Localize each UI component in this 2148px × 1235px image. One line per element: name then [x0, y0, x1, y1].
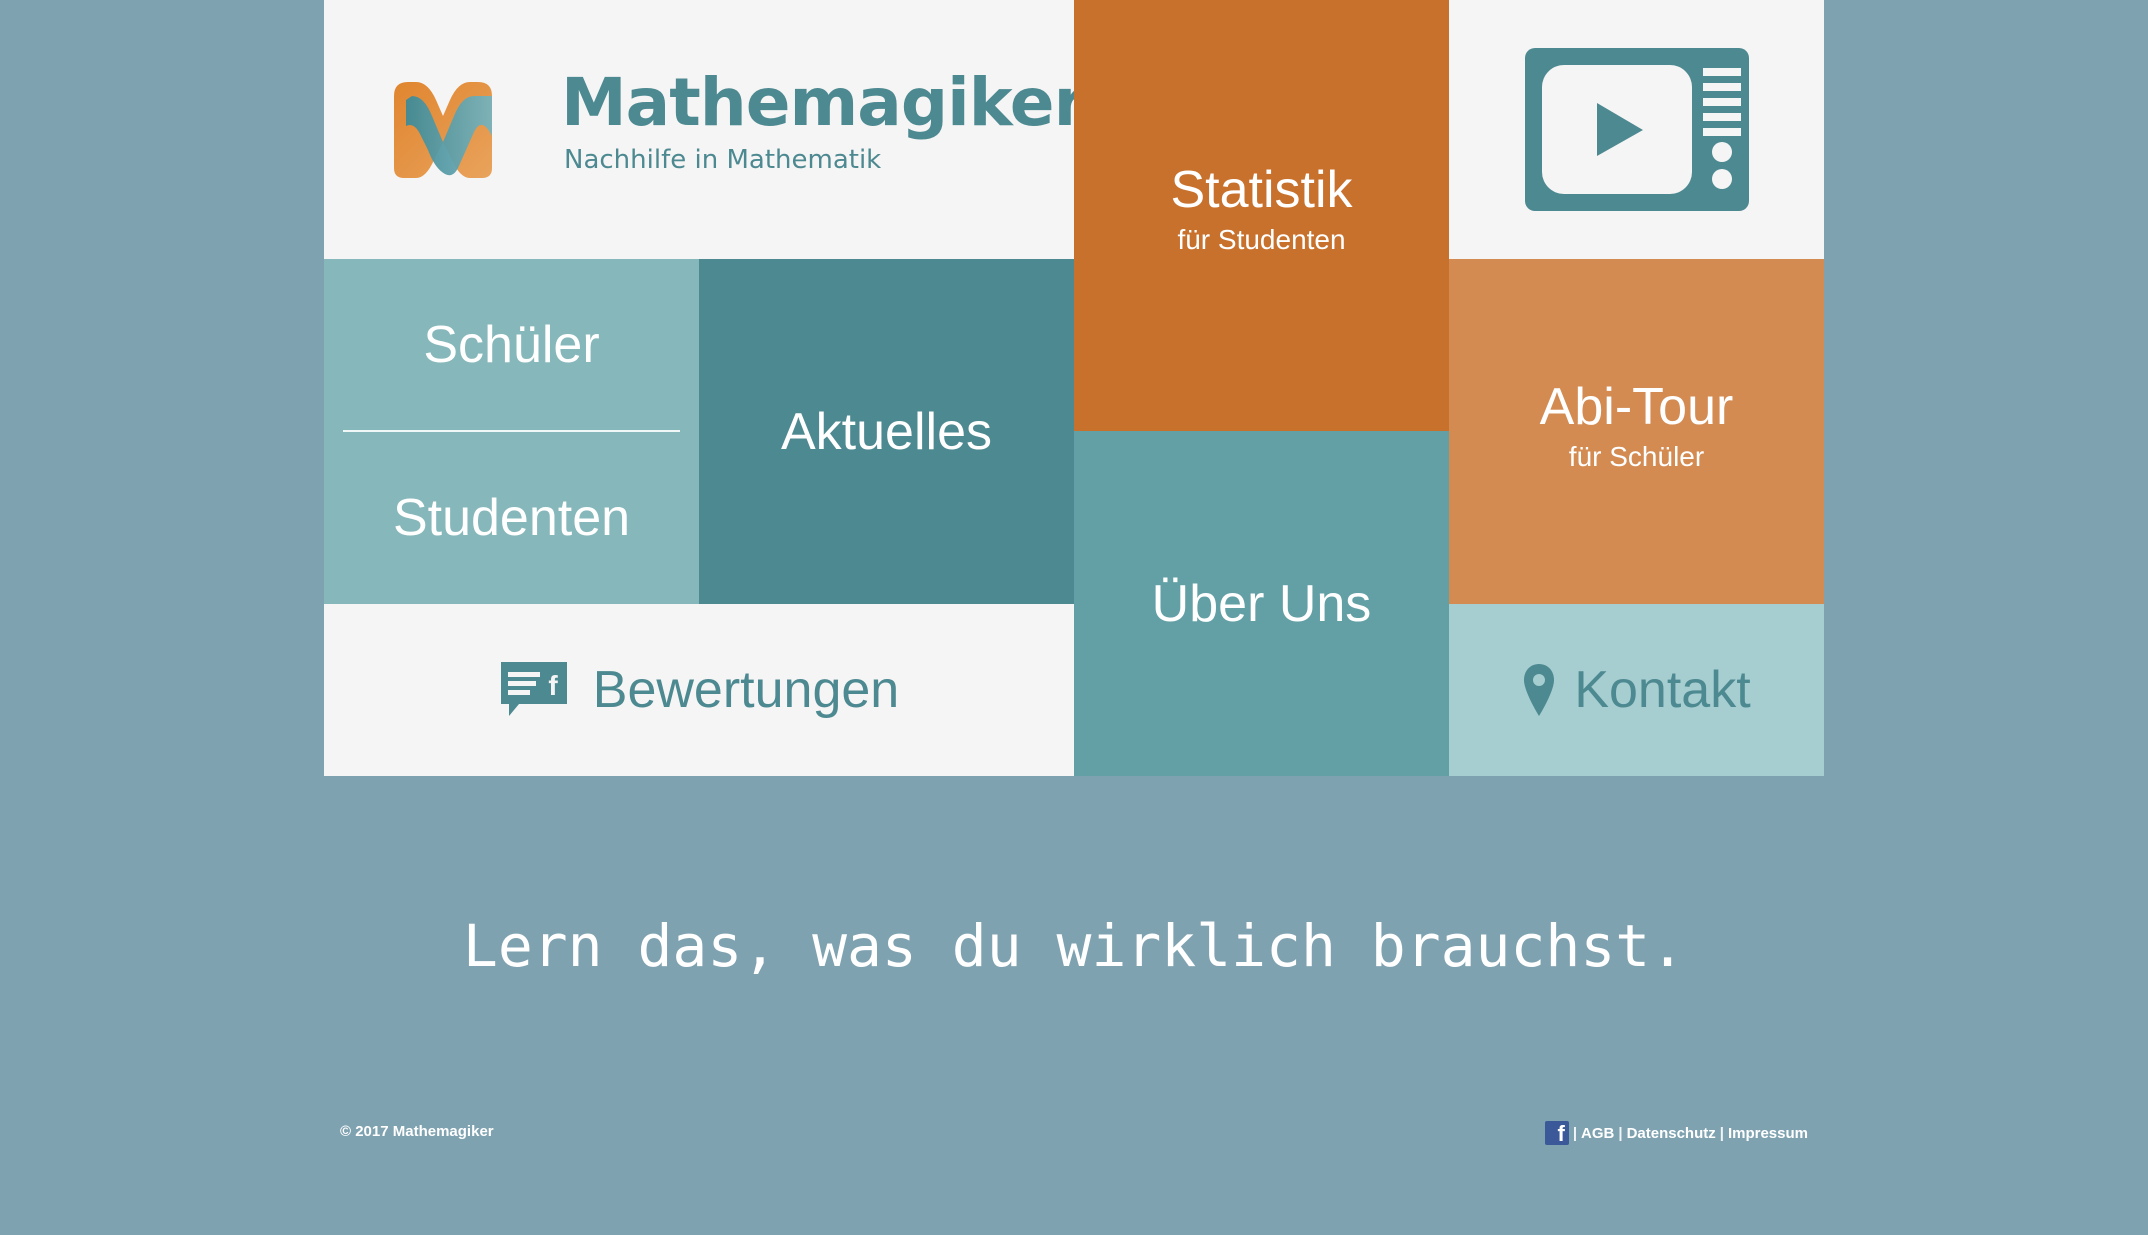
footer-links: f | AGB | Datenschutz | Impressum — [1544, 1121, 1808, 1146]
statistik-subtitle: für Studenten — [1177, 224, 1346, 255]
svg-text:f: f — [548, 670, 558, 701]
tv-play-icon — [1525, 48, 1749, 211]
tagline: Lern das, was du wirklich brauchst. — [462, 912, 1686, 980]
abi-tour-subtitle: für Schüler — [1568, 441, 1705, 472]
bewertungen-label: Bewertungen — [592, 661, 900, 719]
datenschutz-link[interactable]: Datenschutz — [1627, 1125, 1716, 1142]
schueler-label: Schüler — [423, 315, 600, 374]
schueler-studenten-tile: Schüler Studenten — [324, 259, 699, 604]
footer-separator: | — [1618, 1124, 1623, 1142]
impressum-link[interactable]: Impressum — [1728, 1125, 1808, 1142]
statistik-tile[interactable]: Statistik für Studenten — [1074, 0, 1449, 431]
footer-separator: | — [1719, 1124, 1724, 1142]
footer-separator: | — [1572, 1124, 1578, 1142]
ueber-uns-label: Über Uns — [1151, 574, 1372, 633]
kontakt-label: Kontakt — [1574, 661, 1751, 719]
video-tile[interactable] — [1449, 0, 1824, 259]
abi-tour-title: Abi-Tour — [1539, 378, 1734, 436]
copyright: © 2017 Mathemagiker — [340, 1123, 494, 1140]
tile-grid: Mathemagiker Nachhilfe in Mathematik Sta… — [324, 0, 1824, 776]
abi-tour-tile[interactable]: Abi-Tour für Schüler — [1449, 259, 1824, 604]
aktuelles-tile[interactable]: Aktuelles — [699, 259, 1074, 604]
brand-subtitle: Nachhilfe in Mathematik — [564, 145, 882, 175]
mathemagiker-logo — [394, 82, 492, 178]
ueber-uns-tile[interactable]: Über Uns — [1074, 431, 1449, 776]
facebook-icon[interactable]: f — [1544, 1121, 1569, 1146]
map-pin-icon — [1524, 664, 1555, 716]
agb-link[interactable]: AGB — [1581, 1125, 1614, 1142]
schueler-link[interactable]: Schüler — [324, 259, 699, 430]
statistik-title: Statistik — [1170, 161, 1353, 219]
kontakt-tile[interactable]: Kontakt — [1449, 604, 1824, 776]
studenten-link[interactable]: Studenten — [324, 432, 699, 604]
brand-title: Mathemagiker — [561, 64, 1086, 141]
studenten-label: Studenten — [392, 489, 631, 547]
logo-tile[interactable]: Mathemagiker Nachhilfe in Mathematik — [324, 0, 1086, 259]
facebook-review-icon: f — [500, 662, 567, 716]
aktuelles-label: Aktuelles — [781, 402, 992, 461]
bewertungen-tile[interactable]: f Bewertungen — [324, 604, 1074, 776]
